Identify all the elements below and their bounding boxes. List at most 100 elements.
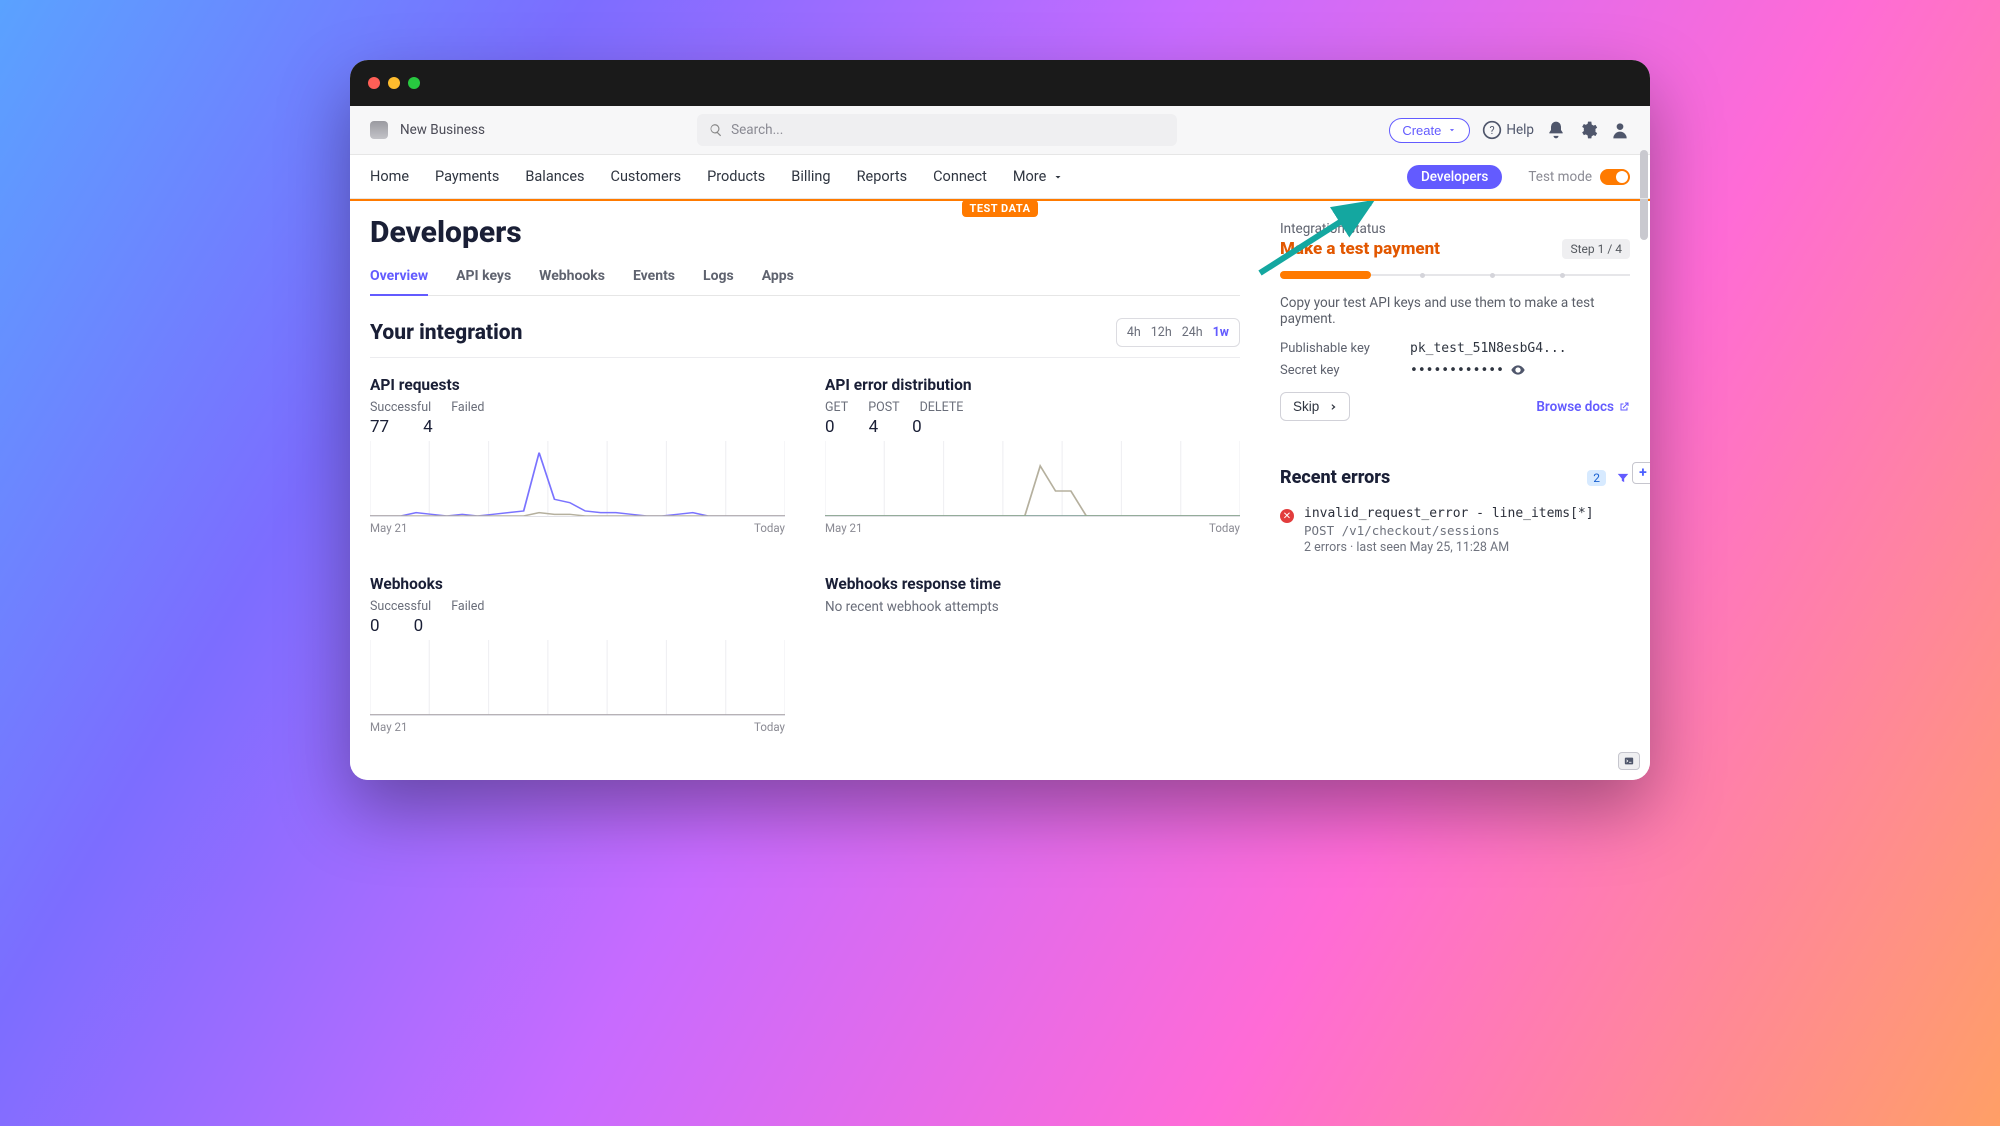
divider bbox=[370, 357, 1240, 358]
range-12h[interactable]: 12h bbox=[1151, 325, 1172, 340]
svg-text:?: ? bbox=[1490, 124, 1495, 137]
notifications-icon[interactable] bbox=[1546, 120, 1566, 140]
macos-titlebar bbox=[350, 60, 1650, 106]
value-failed: 4 bbox=[423, 417, 433, 437]
create-button-label: Create bbox=[1402, 123, 1441, 138]
value-wh-failed: 0 bbox=[414, 616, 424, 636]
api-requests-title: API requests bbox=[370, 376, 785, 394]
xaxis-start: May 21 bbox=[825, 521, 862, 535]
nav-item-connect[interactable]: Connect bbox=[933, 158, 987, 195]
topbar: New Business Search... Create ? Help bbox=[350, 106, 1650, 155]
xaxis-start: May 21 bbox=[370, 521, 407, 535]
api-errors-title: API error distribution bbox=[825, 376, 1240, 394]
label-wh-successful: Successful bbox=[370, 599, 431, 614]
tab-overview[interactable]: Overview bbox=[370, 258, 428, 296]
recent-error-row[interactable]: ✕ invalid_request_error - line_items[*] … bbox=[1280, 506, 1630, 555]
global-search[interactable]: Search... bbox=[697, 114, 1177, 146]
sec-key-value[interactable]: •••••••••••• bbox=[1410, 362, 1526, 378]
value-get: 0 bbox=[825, 417, 835, 437]
nav-item-balances[interactable]: Balances bbox=[525, 158, 584, 195]
nav-item-reports[interactable]: Reports bbox=[857, 158, 908, 195]
maximize-window-icon[interactable] bbox=[408, 77, 420, 89]
create-button[interactable]: Create bbox=[1389, 118, 1470, 143]
value-delete: 0 bbox=[912, 417, 922, 437]
nav-item-home[interactable]: Home bbox=[370, 158, 409, 195]
account-icon[interactable] bbox=[1610, 120, 1630, 140]
label-get: GET bbox=[825, 400, 848, 415]
error-title: invalid_request_error - line_items[*] bbox=[1304, 506, 1594, 521]
skip-button[interactable]: Skip bbox=[1280, 392, 1350, 421]
integration-step-title: Make a test payment bbox=[1280, 239, 1440, 259]
page-title: Developers bbox=[370, 215, 1240, 250]
minimize-window-icon[interactable] bbox=[388, 77, 400, 89]
browse-docs-label: Browse docs bbox=[1536, 399, 1614, 415]
value-successful: 77 bbox=[370, 417, 389, 437]
nav-item-billing[interactable]: Billing bbox=[791, 158, 830, 195]
nav-item-customers[interactable]: Customers bbox=[611, 158, 682, 195]
integration-status-label: Integration status bbox=[1280, 221, 1630, 237]
step-badge: Step 1 / 4 bbox=[1562, 239, 1630, 259]
testmode-label: Test mode bbox=[1528, 169, 1592, 185]
help-label: Help bbox=[1506, 122, 1534, 138]
integration-step-body: Copy your test API keys and use them to … bbox=[1280, 295, 1630, 327]
webhooks-chart bbox=[370, 640, 785, 716]
label-failed: Failed bbox=[451, 400, 484, 415]
chevron-down-icon bbox=[1447, 125, 1457, 135]
tab-events[interactable]: Events bbox=[633, 258, 675, 295]
help-link[interactable]: ? Help bbox=[1482, 120, 1534, 140]
error-meta: 2 errors · last seen May 25, 11:28 AM bbox=[1304, 540, 1594, 555]
close-window-icon[interactable] bbox=[368, 77, 380, 89]
label-delete: DELETE bbox=[920, 400, 964, 415]
tab-webhooks[interactable]: Webhooks bbox=[539, 258, 605, 295]
error-subtitle: POST /v1/checkout/sessions bbox=[1304, 523, 1594, 538]
filter-icon[interactable] bbox=[1616, 471, 1630, 485]
webhook-rt-note: No recent webhook attempts bbox=[825, 599, 1240, 615]
primary-nav: Home Payments Balances Customers Product… bbox=[350, 155, 1650, 199]
nav-item-more[interactable]: More bbox=[1013, 158, 1064, 195]
tab-apps[interactable]: Apps bbox=[762, 258, 794, 295]
label-post: POST bbox=[868, 400, 899, 415]
external-link-icon bbox=[1618, 401, 1630, 413]
api-requests-chart bbox=[370, 441, 785, 517]
range-4h[interactable]: 4h bbox=[1127, 325, 1141, 340]
pub-key-value[interactable]: pk_test_51N8esbG4... bbox=[1410, 341, 1567, 356]
chevron-down-icon bbox=[1052, 171, 1064, 183]
reveal-eye-icon[interactable] bbox=[1510, 362, 1526, 378]
sec-key-mask: •••••••••••• bbox=[1410, 363, 1504, 378]
label-wh-failed: Failed bbox=[451, 599, 484, 614]
browse-docs-link[interactable]: Browse docs bbox=[1536, 399, 1630, 415]
testmode-toggle[interactable] bbox=[1600, 169, 1630, 185]
pub-key-label: Publishable key bbox=[1280, 341, 1390, 356]
range-24h[interactable]: 24h bbox=[1182, 325, 1203, 340]
value-post: 4 bbox=[869, 417, 879, 437]
nav-item-payments[interactable]: Payments bbox=[435, 158, 499, 195]
webhooks-title: Webhooks bbox=[370, 575, 785, 593]
xaxis-end: Today bbox=[754, 720, 785, 734]
business-name[interactable]: New Business bbox=[400, 122, 485, 138]
skip-button-label: Skip bbox=[1293, 399, 1319, 414]
time-range-picker[interactable]: 4h 12h 24h 1w bbox=[1116, 318, 1240, 347]
developers-pill[interactable]: Developers bbox=[1407, 165, 1502, 189]
webhook-rt-title: Webhooks response time bbox=[825, 575, 1240, 593]
recent-errors-count: 2 bbox=[1587, 470, 1606, 486]
help-icon: ? bbox=[1482, 120, 1502, 140]
nav-item-more-label: More bbox=[1013, 168, 1046, 185]
business-avatar-icon bbox=[370, 121, 388, 139]
nav-item-products[interactable]: Products bbox=[707, 158, 765, 195]
step-progress bbox=[1280, 271, 1630, 279]
value-wh-successful: 0 bbox=[370, 616, 380, 636]
recent-errors-heading: Recent errors bbox=[1280, 467, 1390, 488]
search-icon bbox=[709, 123, 723, 137]
xaxis-start: May 21 bbox=[370, 720, 407, 734]
tab-api-keys[interactable]: API keys bbox=[456, 258, 511, 295]
xaxis-end: Today bbox=[1209, 521, 1240, 535]
label-successful: Successful bbox=[370, 400, 431, 415]
search-placeholder: Search... bbox=[731, 122, 783, 138]
xaxis-end: Today bbox=[754, 521, 785, 535]
range-1w[interactable]: 1w bbox=[1213, 325, 1229, 340]
api-errors-chart bbox=[825, 441, 1240, 517]
integration-heading: Your integration bbox=[370, 321, 522, 345]
tab-logs[interactable]: Logs bbox=[703, 258, 734, 295]
sec-key-label: Secret key bbox=[1280, 363, 1390, 378]
settings-gear-icon[interactable] bbox=[1578, 120, 1598, 140]
